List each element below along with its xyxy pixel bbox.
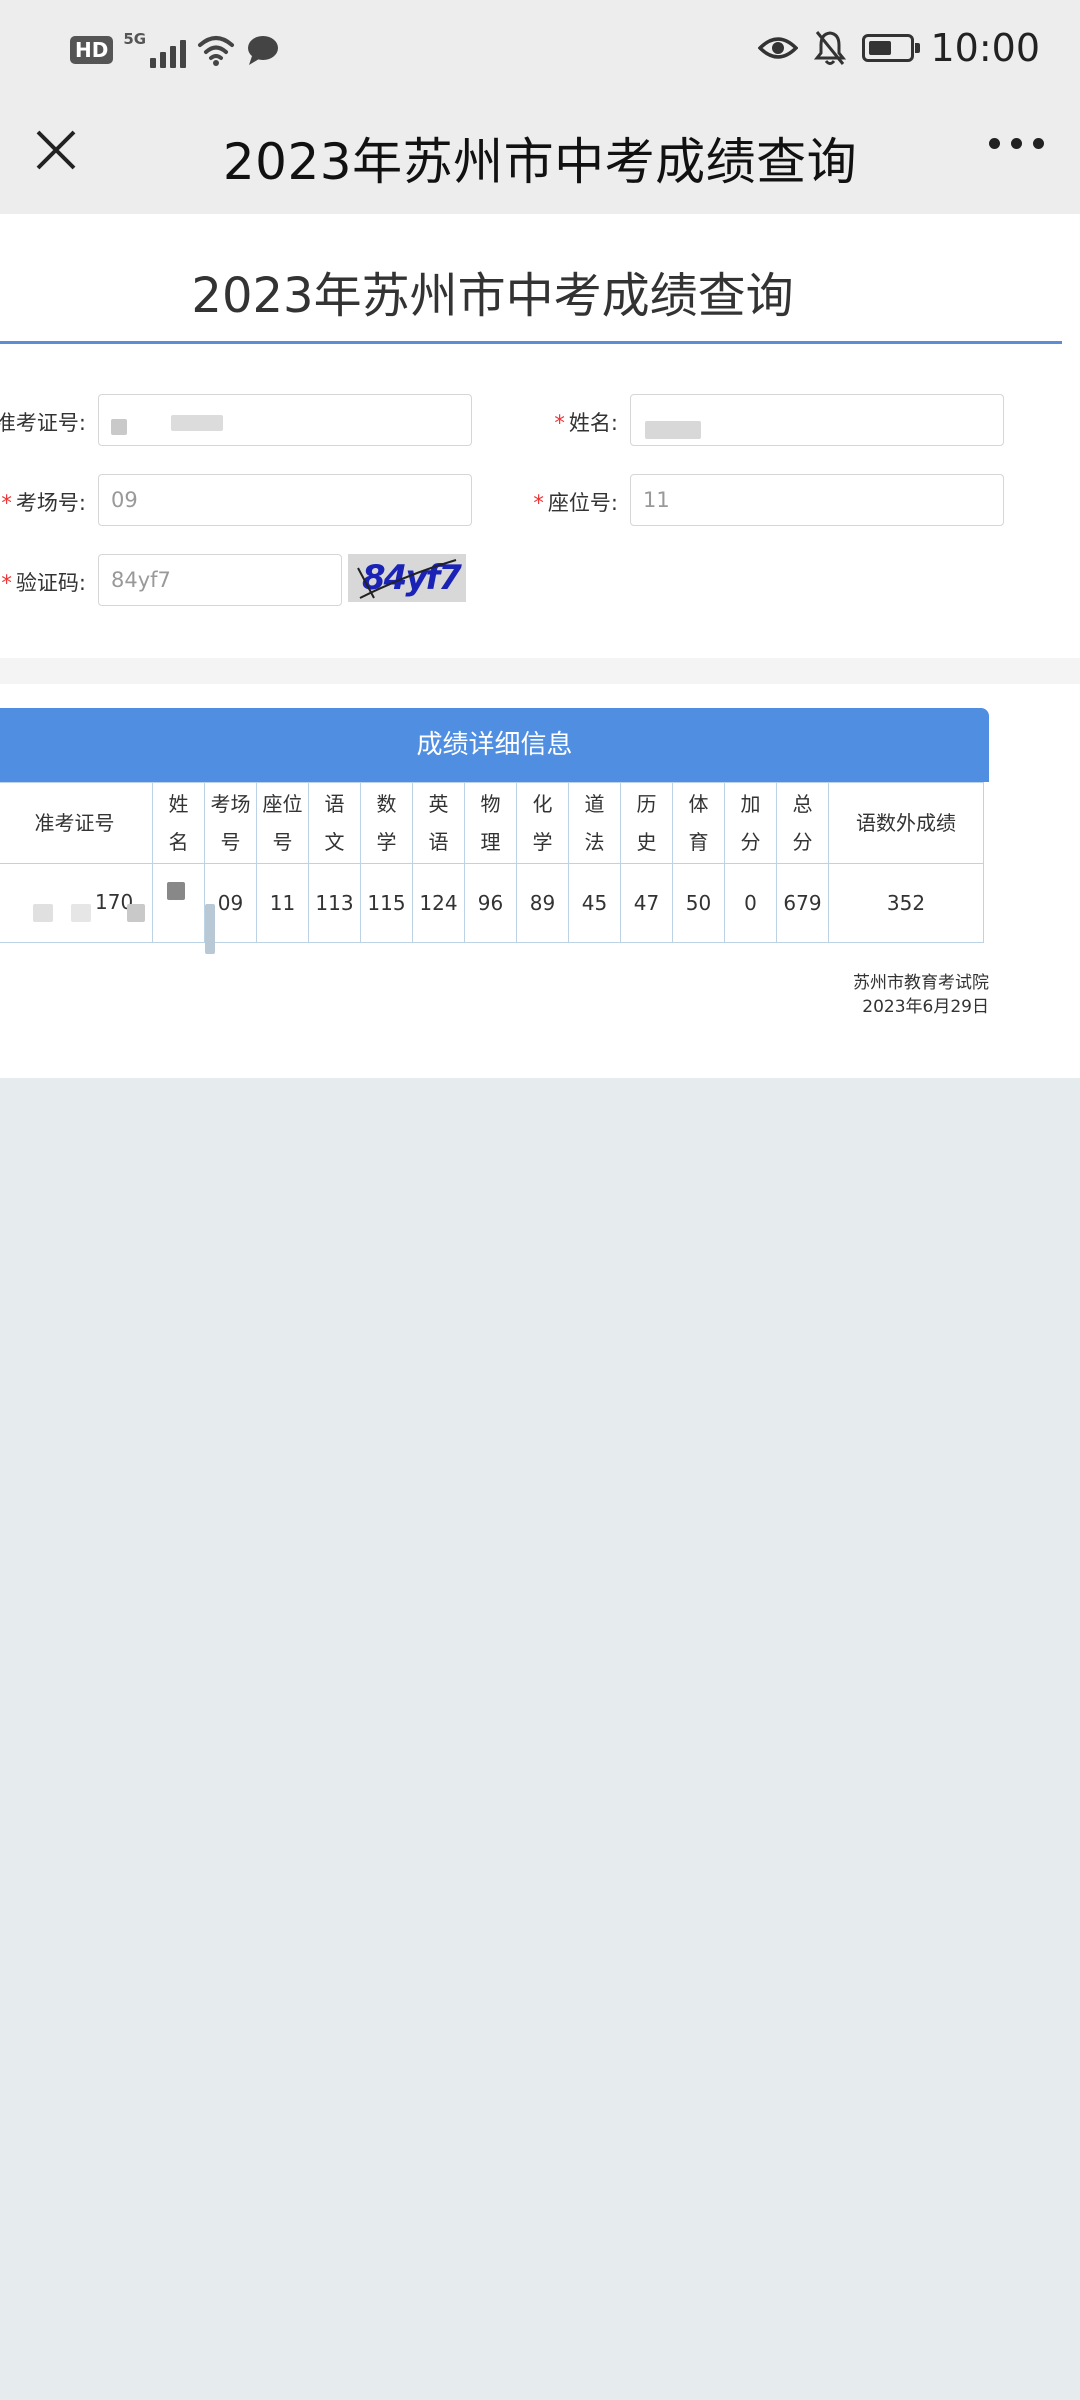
col-morality-law: 道法	[568, 782, 621, 864]
cell-exam-no: 170	[0, 863, 153, 943]
more-icon[interactable]	[989, 138, 1044, 149]
wifi-icon	[198, 36, 235, 66]
col-seat: 座位号	[256, 782, 309, 864]
cell-morality-law: 45	[568, 863, 621, 943]
name-label: * 姓名:	[554, 411, 618, 435]
col-room: 考场号	[204, 782, 257, 864]
message-icon	[248, 36, 279, 65]
cell-history: 47	[620, 863, 673, 943]
cell-chemistry: 89	[516, 863, 569, 943]
col-physics: 物理	[464, 782, 517, 864]
cell-name	[152, 863, 215, 954]
cell-seat: 11	[256, 863, 309, 943]
exam-no-label: 准考证号:	[0, 411, 86, 435]
captcha-image[interactable]: 84yf7	[348, 554, 466, 602]
cell-total: 679	[776, 863, 829, 943]
col-cme-total: 语数外成绩	[828, 782, 984, 864]
cell-physics: 96	[464, 863, 517, 943]
battery-icon	[862, 34, 921, 62]
cell-bonus: 0	[724, 863, 777, 943]
exam-no-input[interactable]	[98, 394, 472, 446]
eye-icon	[758, 37, 799, 59]
captcha-label: * 验证码:	[1, 571, 86, 595]
network-type: 5G	[123, 30, 147, 48]
page-content: 2023年苏州市中考成绩查询 准考证号: * 姓名: * 考场号: 09 * 座位号:…	[0, 214, 1080, 1078]
captcha-input[interactable]: 84yf7	[98, 554, 342, 606]
col-name: 姓名	[152, 782, 205, 864]
seat-input[interactable]: 11	[630, 474, 1004, 526]
name-input[interactable]	[630, 394, 1004, 446]
col-bonus: 加分	[724, 782, 777, 864]
title-divider	[0, 341, 1062, 344]
page-title: 2023年苏州市中考成绩查询	[191, 268, 794, 324]
cell-cme-total: 352	[828, 863, 984, 943]
nav-bar: 2023年苏州市中考成绩查询	[0, 100, 1080, 214]
col-history: 历史	[620, 782, 673, 864]
col-pe: 体育	[672, 782, 725, 864]
table-row: 170 09 11 113 115 124 96 89 45 47 50 0 6…	[0, 863, 984, 954]
results-table: 准考证号 姓名 考场号 座位号 语文 数学 英语 物理 化学 道法 历史 体育 …	[0, 782, 984, 954]
cell-english: 124	[412, 863, 465, 943]
room-input[interactable]: 09	[98, 474, 472, 526]
col-math: 数学	[360, 782, 413, 864]
signal-icon: 5G	[123, 30, 187, 68]
seat-label: * 座位号:	[533, 491, 618, 515]
col-chinese: 语文	[308, 782, 361, 864]
status-bar: HD 5G 10:00	[0, 0, 1080, 100]
cell-math: 115	[360, 863, 413, 943]
cell-chinese: 113	[308, 863, 361, 943]
nav-title: 2023年苏州市中考成绩查询	[222, 133, 858, 191]
cell-pe: 50	[672, 863, 725, 943]
hd-badge: HD	[70, 36, 114, 64]
section-separator	[0, 658, 1080, 684]
col-exam-no: 准考证号	[0, 782, 153, 864]
col-chemistry: 化学	[516, 782, 569, 864]
room-label: * 考场号:	[1, 491, 86, 515]
clock: 10:00	[930, 26, 1040, 70]
table-header-row: 准考证号 姓名 考场号 座位号 语文 数学 英语 物理 化学 道法 历史 体育 …	[0, 782, 984, 864]
col-total: 总分	[776, 782, 829, 864]
footer-date: 2023年6月29日	[862, 997, 989, 1017]
bell-off-icon	[814, 31, 847, 65]
col-english: 英语	[412, 782, 465, 864]
results-heading: 成绩详细信息	[0, 708, 989, 782]
footer-org: 苏州市教育考试院	[853, 973, 989, 993]
